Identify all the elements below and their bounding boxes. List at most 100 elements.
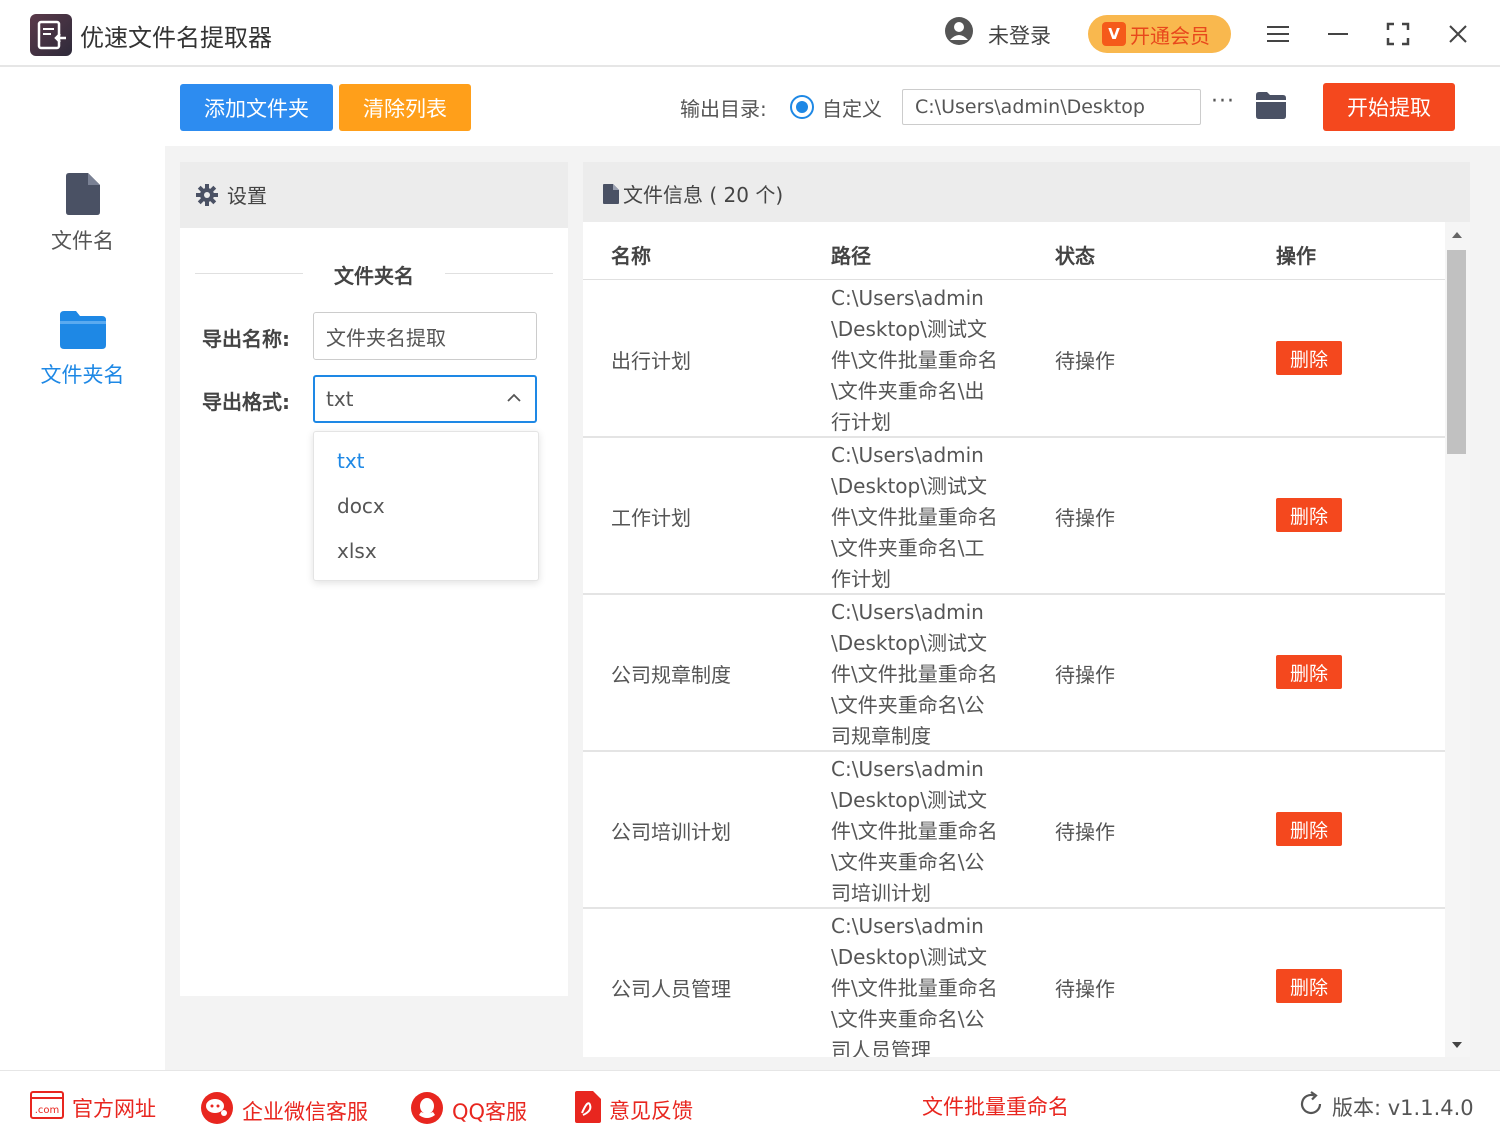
sidebar-item-label: 文件夹名 [40, 363, 125, 387]
column-header-name[interactable]: 名称 [611, 240, 651, 269]
wechat-service-link[interactable]: 企业微信客服 [200, 1091, 368, 1130]
export-name-label: 导出名称: [202, 327, 290, 351]
vip-label: 开通会员 [1130, 23, 1210, 48]
open-folder-icon[interactable] [1256, 91, 1286, 123]
wechat-label: 企业微信客服 [242, 1099, 368, 1124]
file-icon [65, 173, 100, 215]
document-icon [603, 183, 619, 204]
app-logo-icon [30, 14, 72, 56]
table-row: 出行计划 C:\Users\admin\Desktop\测试文件\文件批量重命名… [583, 281, 1445, 438]
delete-button[interactable]: 删除 [1276, 812, 1342, 846]
gear-icon [196, 184, 218, 210]
feedback-icon [575, 1091, 601, 1128]
table-row: 工作计划 C:\Users\admin\Desktop\测试文件\文件批量重命名… [583, 438, 1445, 595]
website-label: 官方网址 [72, 1096, 156, 1121]
folder-icon [59, 311, 106, 349]
export-name-input[interactable] [313, 312, 537, 360]
row-path: C:\Users\admin\Desktop\测试文件\文件批量重命名\文件夹重… [831, 757, 998, 905]
file-info-title: 文件信息 ( 20 个) [623, 183, 784, 207]
sidebar-item-foldername[interactable]: 文件夹名 [0, 311, 165, 389]
qq-label: QQ客服 [452, 1099, 528, 1124]
toolbar: 添加文件夹 清除列表 输出目录: 自定义 ··· 开始提取 [165, 69, 1500, 146]
settings-header: 设置 [180, 162, 568, 228]
sidebar-item-label: 文件名 [51, 229, 114, 253]
row-status: 待操作 [1055, 820, 1115, 844]
title-bar: 优速文件名提取器 未登录 V 开通会员 [0, 0, 1500, 67]
batch-rename-link[interactable]: 文件批量重命名 [922, 1091, 1069, 1121]
section-title: 文件夹名 [334, 264, 414, 288]
row-path: C:\Users\admin\Desktop\测试文件\文件批量重命名\文件夹重… [831, 600, 998, 748]
vip-icon: V [1102, 22, 1126, 46]
login-status[interactable]: 未登录 [988, 20, 1051, 50]
refresh-icon[interactable] [1298, 1091, 1324, 1122]
output-path-input[interactable] [902, 89, 1201, 125]
qq-icon [410, 1091, 444, 1130]
main-area: 添加文件夹 清除列表 输出目录: 自定义 ··· 开始提取 [165, 69, 1500, 1070]
app-title: 优速文件名提取器 [80, 24, 272, 52]
output-dir-label: 输出目录: [680, 97, 767, 121]
qq-service-link[interactable]: QQ客服 [410, 1091, 527, 1130]
delete-button[interactable]: 删除 [1276, 341, 1342, 375]
feedback-label: 意见反馈 [609, 1098, 693, 1123]
user-avatar-icon[interactable] [944, 16, 974, 50]
scroll-down-icon[interactable] [1452, 1042, 1462, 1048]
table-row: 公司人员管理 C:\Users\admin\Desktop\测试文件\文件批量重… [583, 909, 1445, 1057]
row-status: 待操作 [1055, 663, 1115, 687]
export-format-label: 导出格式: [202, 390, 290, 414]
website-link[interactable]: .com 官方网址 [30, 1091, 156, 1124]
minimize-icon[interactable] [1320, 16, 1356, 52]
row-status: 待操作 [1055, 977, 1115, 1001]
com-badge: .com [35, 1105, 60, 1116]
export-format-select[interactable]: txt [313, 375, 537, 423]
menu-icon[interactable] [1260, 16, 1296, 52]
table-row: 公司规章制度 C:\Users\admin\Desktop\测试文件\文件批量重… [583, 595, 1445, 752]
scroll-thumb[interactable] [1447, 250, 1466, 454]
start-extract-button[interactable]: 开始提取 [1323, 83, 1455, 131]
column-header-status[interactable]: 状态 [1055, 240, 1095, 269]
row-status: 待操作 [1055, 349, 1115, 373]
table-row: 公司培训计划 C:\Users\admin\Desktop\测试文件\文件批量重… [583, 752, 1445, 909]
close-icon[interactable] [1440, 16, 1476, 52]
scroll-up-icon[interactable] [1452, 232, 1462, 238]
format-option-xlsx[interactable]: xlsx [337, 539, 377, 563]
custom-radio-label[interactable]: 自定义 [822, 93, 882, 122]
row-name: 公司规章制度 [611, 663, 731, 687]
format-option-docx[interactable]: docx [337, 494, 385, 518]
version-info: 版本: v1.1.4.0 [1298, 1091, 1474, 1122]
delete-button[interactable]: 删除 [1276, 655, 1342, 689]
add-folder-button[interactable]: 添加文件夹 [180, 84, 333, 131]
row-path: C:\Users\admin\Desktop\测试文件\文件批量重命名\文件夹重… [831, 914, 998, 1057]
row-name: 出行计划 [611, 349, 691, 373]
more-button[interactable]: ··· [1211, 89, 1235, 114]
table-scrollbar[interactable] [1445, 222, 1470, 1057]
column-header-path[interactable]: 路径 [831, 240, 871, 269]
maximize-icon[interactable] [1380, 16, 1416, 52]
delete-button[interactable]: 删除 [1276, 969, 1342, 1003]
format-option-txt[interactable]: txt [337, 449, 365, 473]
version-label: 版本: v1.1.4.0 [1332, 1095, 1474, 1120]
custom-radio[interactable] [790, 95, 814, 119]
clear-list-button[interactable]: 清除列表 [339, 84, 471, 131]
file-info-panel: 文件信息 ( 20 个) 名称 路径 状态 操作 出行计划 C:\Users\a… [583, 162, 1470, 1057]
table-header: 名称 路径 状态 操作 [583, 222, 1445, 280]
export-format-value: txt [326, 387, 354, 411]
row-path: C:\Users\admin\Desktop\测试文件\文件批量重命名\文件夹重… [831, 443, 998, 591]
settings-title: 设置 [227, 184, 267, 208]
feedback-link[interactable]: 意见反馈 [575, 1091, 693, 1128]
delete-button[interactable]: 删除 [1276, 498, 1342, 532]
sidebar: 文件名 文件夹名 [0, 69, 165, 1070]
sidebar-item-filename[interactable]: 文件名 [0, 173, 165, 255]
settings-panel: 设置 文件夹名 导出名称: 导出格式: txt txt docx xlsx [180, 162, 568, 996]
row-status: 待操作 [1055, 506, 1115, 530]
format-dropdown: txt docx xlsx [313, 431, 539, 581]
column-header-action[interactable]: 操作 [1276, 240, 1316, 269]
row-name: 公司培训计划 [611, 820, 731, 844]
website-icon: .com [30, 1091, 64, 1124]
chevron-up-icon [507, 393, 521, 402]
row-name: 工作计划 [611, 506, 691, 530]
file-info-header: 文件信息 ( 20 个) [583, 162, 1470, 222]
row-name: 公司人员管理 [611, 977, 731, 1001]
row-path: C:\Users\admin\Desktop\测试文件\文件批量重命名\文件夹重… [831, 286, 998, 434]
wechat-icon [200, 1091, 234, 1130]
vip-button[interactable]: V 开通会员 [1088, 15, 1231, 53]
